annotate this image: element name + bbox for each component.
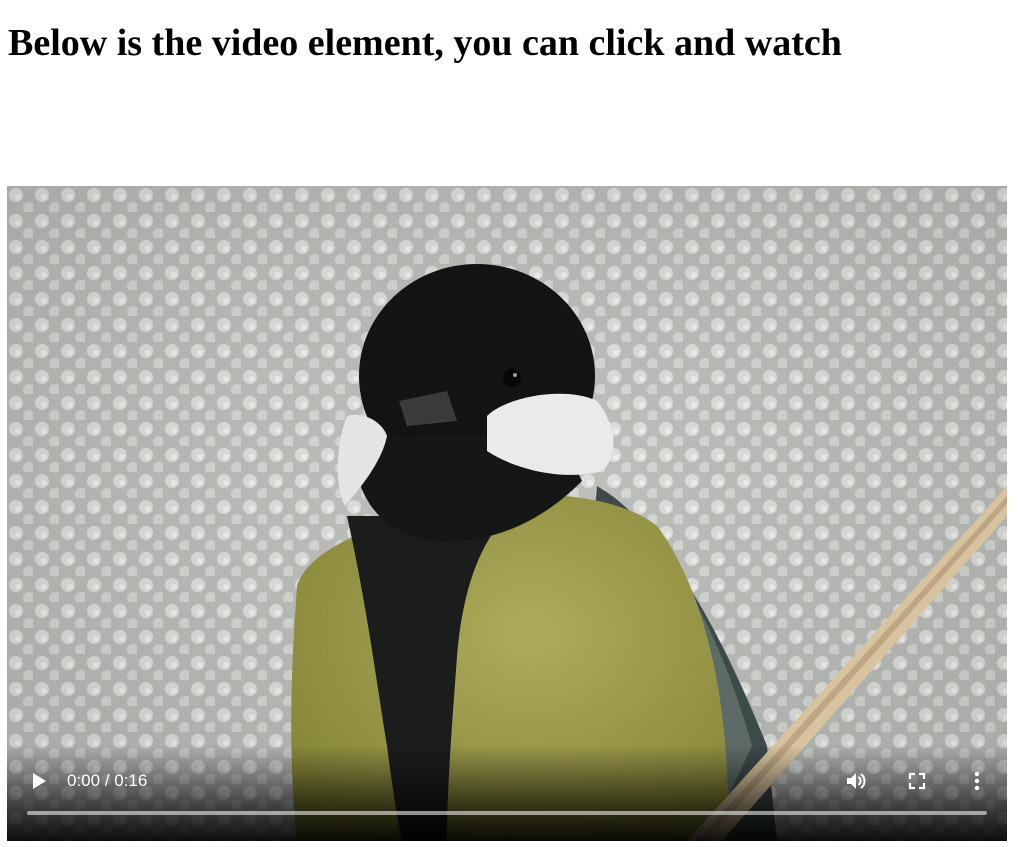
- more-options-button[interactable]: [959, 763, 995, 799]
- fullscreen-icon: [908, 772, 926, 790]
- volume-icon: [847, 773, 866, 789]
- seek-bar[interactable]: [27, 811, 987, 815]
- mute-button[interactable]: [839, 763, 875, 799]
- video-controls-bar: 0:00 / 0:16: [7, 747, 1007, 841]
- more-options-icon: [974, 771, 980, 791]
- time-display: 0:00 / 0:16: [67, 771, 148, 790]
- page-heading: Below is the video element, you can clic…: [8, 22, 842, 64]
- video-player[interactable]: 0:00 / 0:16: [7, 186, 1007, 841]
- video-frame-bird[interactable]: [7, 186, 1007, 841]
- fullscreen-button[interactable]: [899, 763, 935, 799]
- play-icon: [33, 773, 46, 789]
- play-button[interactable]: [21, 763, 57, 799]
